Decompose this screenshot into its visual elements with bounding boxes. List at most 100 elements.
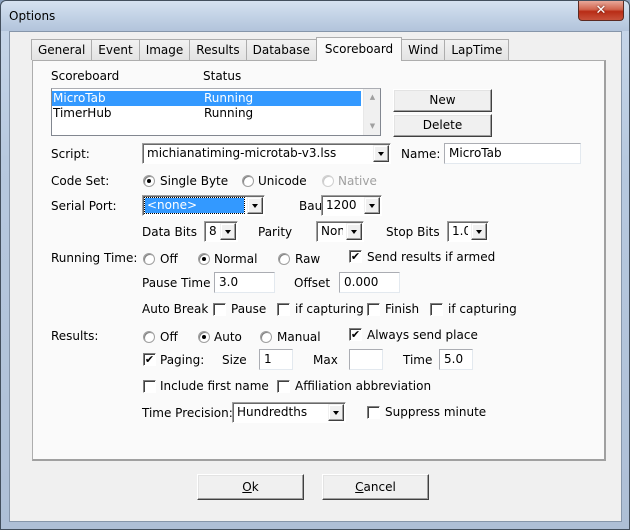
radio-single-byte-label: Single Byte [160,174,229,188]
radio-running-raw-label: Raw [295,252,321,266]
title-bar[interactable] [1,1,629,31]
parity-combo[interactable]: None [316,221,364,242]
options-dialog: Options ✕ General Event Image Results Da… [0,0,630,530]
finish-checkbox[interactable] [367,303,380,316]
radio-results-off[interactable] [143,331,155,343]
radio-results-off-label: Off [160,330,178,344]
list-item-name: MicroTab [53,91,106,105]
chevron-down-icon[interactable] [373,145,389,162]
delete-button[interactable]: Delete [393,114,492,137]
close-icon: ✕ [595,3,607,18]
time-precision-combo[interactable]: Hundredths [232,402,346,423]
parity-value: None [321,224,343,238]
suppress-minute-checkbox[interactable] [367,406,380,419]
data-bits-combo[interactable]: 8 [204,221,238,242]
radio-unicode-label: Unicode [258,174,307,188]
tab-scoreboard[interactable]: Scoreboard [315,37,403,61]
tab-general[interactable]: General [31,39,93,60]
radio-running-normal-label: Normal [214,252,258,266]
tab-database[interactable]: Database [245,39,317,60]
radio-single-byte[interactable] [143,175,155,187]
name-input[interactable]: MicroTab [444,143,581,164]
serial-port-combo[interactable]: <none> [142,195,265,216]
radio-running-raw[interactable] [278,253,290,265]
paging-checkbox[interactable]: ✔ [143,353,156,366]
close-button[interactable]: ✕ [578,1,624,21]
data-bits-label: Data Bits [142,225,197,239]
serial-port-label: Serial Port: [51,199,117,213]
finish-if-capturing-label: if capturing [448,302,517,316]
affiliation-abbreviation-label: Affiliation abbreviation [295,379,432,393]
dialog-client-area: General Event Image Results Database Sco… [9,31,622,522]
chevron-down-icon[interactable] [220,223,236,240]
tab-laptime[interactable]: LapTime [444,39,510,60]
radio-running-off[interactable] [143,253,155,265]
radio-results-manual[interactable] [260,331,272,343]
window-title: Options [9,9,56,23]
offset-input[interactable]: 0.000 [339,272,400,293]
size-label: Size [222,353,247,367]
list-scrollbar[interactable]: ▲ ▼ [363,89,380,135]
size-input[interactable]: 1 [259,349,293,370]
radio-results-auto[interactable] [198,331,210,343]
chevron-down-icon[interactable] [346,223,362,240]
suppress-minute-label: Suppress minute [385,405,487,419]
time-precision-value: Hundredths [237,405,308,419]
max-label: Max [313,353,338,367]
radio-native-label: Native [338,174,377,188]
chevron-down-icon[interactable] [328,404,344,421]
pause-if-capturing-label: if capturing [295,302,364,316]
time-input[interactable]: 5.0 [439,349,473,370]
parity-label: Parity [258,225,293,239]
send-results-checkbox[interactable]: ✔ [349,250,362,263]
script-combo[interactable]: michianatiming-microtab-v3.lss [142,143,391,164]
pause-checkbox-label: Pause [231,302,267,316]
tab-wind[interactable]: Wind [401,39,446,60]
include-first-name-checkbox[interactable] [143,380,156,393]
radio-running-off-label: Off [160,252,178,266]
ok-label-rest: k [251,480,259,494]
pause-if-capturing-checkbox[interactable] [277,303,290,316]
radio-native [322,175,334,187]
stop-bits-combo[interactable]: 1.0 [447,221,489,242]
new-button[interactable]: New [393,89,492,112]
check-icon: ✔ [350,328,361,341]
affiliation-abbreviation-checkbox[interactable] [277,380,290,393]
stop-bits-label: Stop Bits [386,225,440,239]
chevron-down-icon[interactable] [471,223,487,240]
pause-time-input[interactable]: 3.0 [214,272,275,293]
time-label: Time [403,353,433,367]
list-item-name: TimerHub [53,106,112,120]
chevron-down-icon[interactable] [364,197,380,214]
list-item[interactable]: MicroTab Running [52,91,361,106]
scoreboard-list[interactable]: MicroTab Running TimerHub Running ▲ ▼ [51,88,381,136]
finish-if-capturing-checkbox[interactable] [430,303,443,316]
scroll-down-icon[interactable]: ▼ [364,118,381,135]
offset-label: Offset [294,276,331,290]
cancel-button[interactable]: Cancel [322,474,429,500]
check-icon: ✔ [350,250,361,263]
tab-results[interactable]: Results [189,39,247,60]
pause-checkbox[interactable] [213,303,226,316]
list-item[interactable]: TimerHub Running [52,106,361,121]
radio-unicode[interactable] [242,175,254,187]
radio-results-auto-label: Auto [214,330,242,344]
max-input[interactable] [349,349,383,370]
list-item-status: Running [204,91,254,105]
tab-image[interactable]: Image [138,39,191,60]
scroll-up-icon[interactable]: ▲ [364,89,381,106]
radio-running-normal[interactable] [198,253,210,265]
always-send-place-label: Always send place [367,328,478,342]
cancel-mnemonic: C [355,480,364,494]
tab-event[interactable]: Event [91,39,140,60]
always-send-place-checkbox[interactable]: ✔ [349,328,362,341]
code-set-label: Code Set: [51,174,110,188]
send-results-label: Send results if armed [367,250,496,264]
time-precision-label: Time Precision: [142,406,233,420]
chevron-down-icon[interactable] [247,197,263,214]
check-icon: ✔ [144,353,155,366]
baud-combo[interactable]: 1200 [321,195,382,216]
name-label: Name: [401,147,441,161]
finish-checkbox-label: Finish [385,302,420,316]
ok-button[interactable]: Ok [197,474,304,500]
